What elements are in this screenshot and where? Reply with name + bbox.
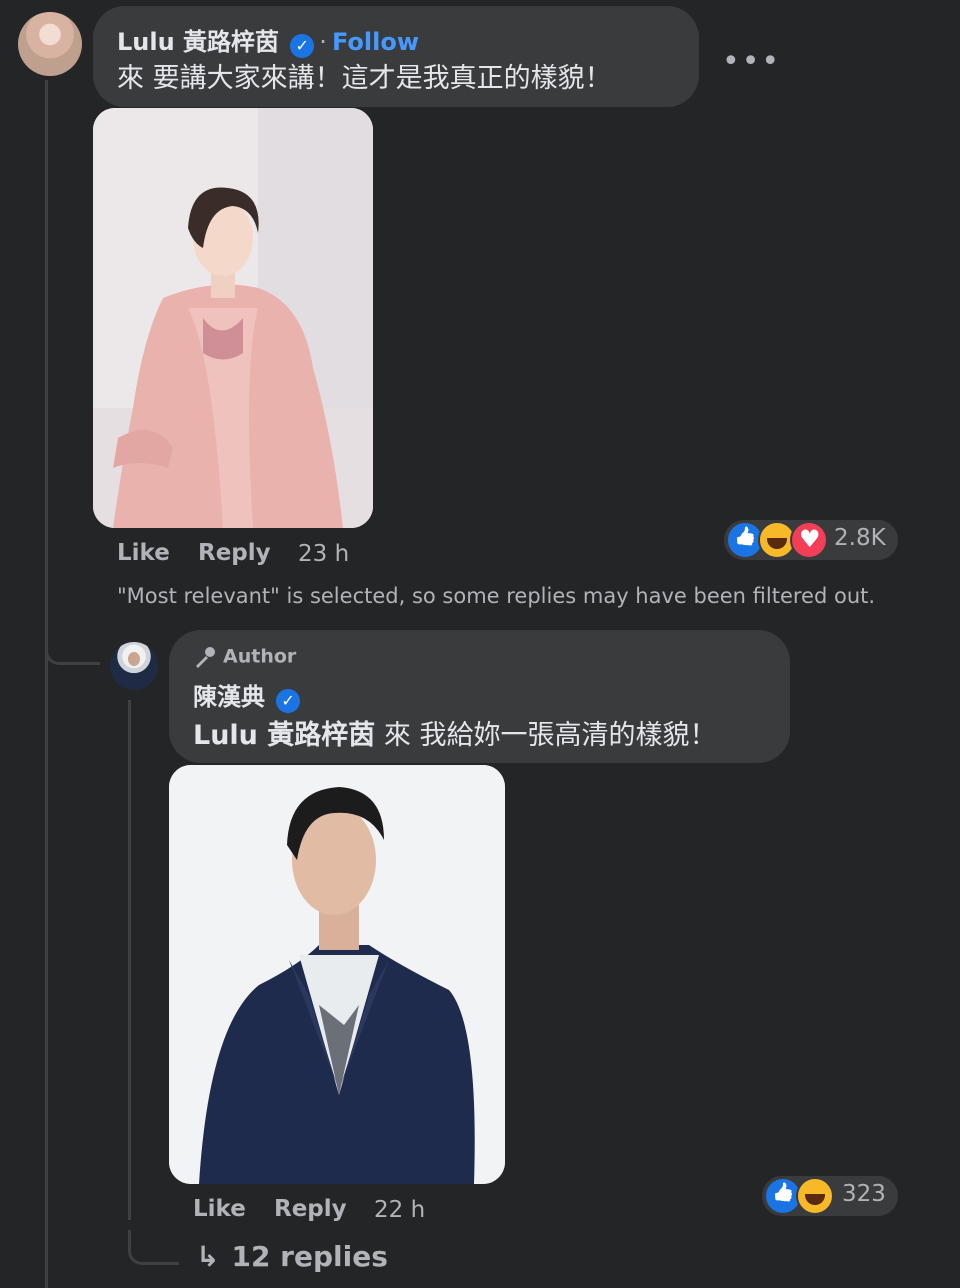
reply-like-button[interactable]: Like — [193, 1196, 246, 1222]
reply-reply-button[interactable]: Reply — [274, 1196, 347, 1222]
filter-notice: "Most relevant" is selected, so some rep… — [117, 584, 876, 608]
comment-bubble: Lulu 黃路梓茵 ✓ · Follow 來 要講大家來講！這才是我真正的樣貌！ — [93, 6, 699, 107]
reply-reaction-summary[interactable]: 323 — [760, 1174, 900, 1218]
love-reaction-icon — [790, 521, 828, 559]
comment-author-name[interactable]: Lulu 黃路梓茵 — [117, 28, 279, 56]
man-portrait-image — [169, 765, 505, 1184]
reply-arrow-icon: ↳ — [196, 1240, 220, 1273]
verified-badge-icon: ✓ — [276, 688, 301, 713]
thread-line-reply — [128, 700, 131, 1220]
thread-line-main-lower — [45, 660, 48, 1288]
avatar[interactable] — [18, 12, 82, 76]
comment-timestamp[interactable]: 23 h — [298, 541, 349, 567]
reply-button[interactable]: Reply — [198, 540, 271, 566]
author-badge: Author — [193, 645, 296, 669]
more-options-icon[interactable]: ••• — [722, 44, 781, 79]
thread-elbow-reply — [45, 640, 100, 665]
haha-reaction-icon — [796, 1177, 834, 1215]
reply-header: 陳漢典 ✓ — [193, 677, 301, 713]
reaction-count: 2.8K — [834, 525, 886, 551]
view-replies-label: 12 replies — [231, 1240, 388, 1273]
reply-reaction-count: 323 — [842, 1181, 886, 1207]
reply-author-name[interactable]: 陳漢典 — [193, 683, 265, 711]
reaction-summary[interactable]: 2.8K — [722, 518, 900, 562]
separator: · — [319, 28, 327, 56]
view-replies-button[interactable]: ↳ 12 replies — [196, 1240, 388, 1273]
reply-photo[interactable] — [169, 765, 505, 1184]
verified-badge-icon: ✓ — [290, 33, 315, 58]
follow-button[interactable]: Follow — [332, 28, 419, 56]
thread-line-main — [45, 80, 48, 660]
comment-photo[interactable] — [93, 108, 373, 528]
microphone-icon — [196, 647, 215, 668]
reply-text: Lulu 黃路梓茵 來 我給妳一張高清的樣貌！ — [193, 713, 716, 752]
woman-portrait-image — [93, 108, 373, 528]
author-badge-label: Author — [223, 645, 297, 668]
comment-text: 來 要講大家來講！這才是我真正的樣貌！ — [117, 63, 612, 94]
reply-mention[interactable]: Lulu 黃路梓茵 — [193, 720, 375, 751]
reply-body: 來 我給妳一張高清的樣貌！ — [375, 720, 717, 751]
comment-header: Lulu 黃路梓茵 ✓ · Follow — [117, 22, 419, 58]
reply-avatar[interactable] — [110, 642, 158, 690]
thread-elbow-replies — [128, 1230, 179, 1265]
reply-timestamp[interactable]: 22 h — [374, 1197, 425, 1223]
like-button[interactable]: Like — [117, 540, 170, 566]
